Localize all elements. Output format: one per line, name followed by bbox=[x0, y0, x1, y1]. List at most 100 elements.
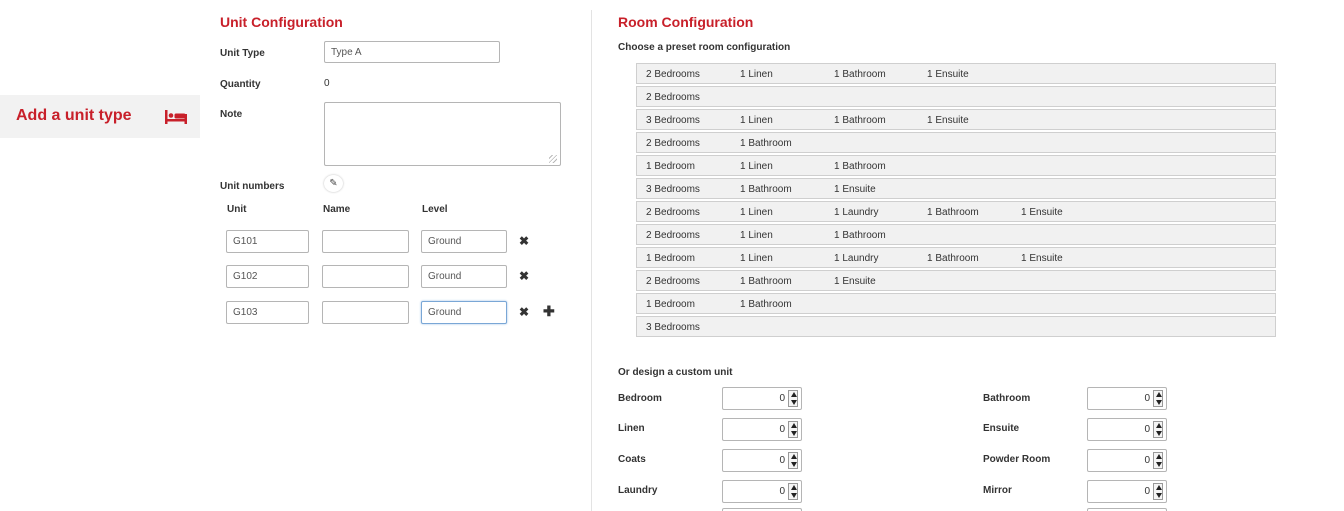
resize-grip-icon[interactable] bbox=[549, 155, 557, 163]
unit-numbers-label: Unit numbers bbox=[220, 181, 285, 192]
unit-number-input[interactable] bbox=[226, 301, 309, 324]
preset-room-item: 1 Bathroom bbox=[740, 138, 792, 149]
preset-room-item: 3 Bedrooms bbox=[646, 184, 700, 195]
column-header-unit: Unit bbox=[227, 204, 247, 215]
preset-room-item: 1 Bathroom bbox=[834, 161, 886, 172]
preset-room-item: 1 Linen bbox=[740, 207, 773, 218]
pencil-icon[interactable]: ✎ bbox=[324, 175, 343, 192]
preset-row[interactable]: 2 Bedrooms 1 Linen 1 Bathroom bbox=[636, 224, 1276, 245]
preset-room-item: 1 Bedroom bbox=[646, 161, 695, 172]
preset-room-item: 1 Laundry bbox=[834, 207, 879, 218]
preset-room-item: 3 Bedrooms bbox=[646, 115, 700, 126]
preset-room-item: 1 Bathroom bbox=[740, 276, 792, 287]
bedroom-label: Bedroom bbox=[618, 393, 662, 404]
preset-room-item: 3 Bedrooms bbox=[646, 322, 700, 333]
preset-room-item: 1 Bathroom bbox=[740, 184, 792, 195]
unit-level-input[interactable] bbox=[421, 230, 507, 253]
ensuite-stepper[interactable]: 0 bbox=[1087, 418, 1167, 441]
unit-level-input[interactable] bbox=[421, 301, 507, 324]
preset-room-item: 2 Bedrooms bbox=[646, 69, 700, 80]
spinner-arrows-icon[interactable] bbox=[788, 483, 798, 500]
unit-number-input[interactable] bbox=[226, 230, 309, 253]
spinner-arrows-icon[interactable] bbox=[788, 421, 798, 438]
bathroom-value: 0 bbox=[1144, 393, 1150, 404]
preset-room-item: 1 Ensuite bbox=[834, 276, 876, 287]
preset-row[interactable]: 2 Bedrooms bbox=[636, 86, 1276, 107]
powder-room-value: 0 bbox=[1144, 455, 1150, 466]
coats-stepper[interactable]: 0 bbox=[722, 449, 802, 472]
preset-room-item: 1 Bathroom bbox=[834, 69, 886, 80]
spinner-arrows-icon[interactable] bbox=[1153, 421, 1163, 438]
preset-room-item: 1 Ensuite bbox=[1021, 207, 1063, 218]
preset-room-item: 1 Ensuite bbox=[834, 184, 876, 195]
remove-unit-icon[interactable]: ✖ bbox=[519, 305, 529, 319]
preset-room-item: 1 Linen bbox=[740, 69, 773, 80]
preset-row[interactable]: 1 Bedroom 1 Bathroom bbox=[636, 293, 1276, 314]
preset-row[interactable]: 3 Bedrooms 1 Linen 1 Bathroom 1 Ensuite bbox=[636, 109, 1276, 130]
preset-room-item: 1 Bathroom bbox=[927, 253, 979, 264]
room-configuration-title: Room Configuration bbox=[618, 14, 754, 30]
powder-room-stepper[interactable]: 0 bbox=[1087, 449, 1167, 472]
unit-name-input[interactable] bbox=[322, 230, 409, 253]
preset-room-item: 1 Bathroom bbox=[740, 299, 792, 310]
column-header-level: Level bbox=[422, 204, 448, 215]
preset-room-item: 2 Bedrooms bbox=[646, 92, 700, 103]
note-label: Note bbox=[220, 109, 243, 120]
preset-room-item: 2 Bedrooms bbox=[646, 276, 700, 287]
coats-value: 0 bbox=[779, 455, 785, 466]
spinner-arrows-icon[interactable] bbox=[1153, 390, 1163, 407]
preset-room-item: 1 Ensuite bbox=[927, 115, 969, 126]
unit-number-input[interactable] bbox=[226, 265, 309, 288]
column-header-name: Name bbox=[323, 204, 351, 215]
linen-label: Linen bbox=[618, 423, 645, 434]
preset-row[interactable]: 2 Bedrooms 1 Linen 1 Bathroom 1 Ensuite bbox=[636, 63, 1276, 84]
unit-level-input[interactable] bbox=[421, 265, 507, 288]
preset-row[interactable]: 1 Bedroom 1 Linen 1 Bathroom bbox=[636, 155, 1276, 176]
preset-room-item: 1 Linen bbox=[740, 230, 773, 241]
spinner-arrows-icon[interactable] bbox=[788, 452, 798, 469]
preset-room-item: 1 Bedroom bbox=[646, 299, 695, 310]
laundry-label: Laundry bbox=[618, 485, 658, 496]
unit-type-label: Unit Type bbox=[220, 48, 265, 59]
preset-room-item: 2 Bedrooms bbox=[646, 230, 700, 241]
preset-room-item: 1 Bathroom bbox=[927, 207, 979, 218]
spinner-arrows-icon[interactable] bbox=[1153, 452, 1163, 469]
laundry-value: 0 bbox=[779, 486, 785, 497]
coats-label: Coats bbox=[618, 454, 646, 465]
preset-row[interactable]: 1 Bedroom 1 Linen 1 Laundry 1 Bathroom 1 Ens… bbox=[636, 247, 1276, 268]
preset-row[interactable]: 2 Bedrooms 1 Bathroom bbox=[636, 132, 1276, 153]
preset-room-item: 1 Ensuite bbox=[927, 69, 969, 80]
linen-stepper[interactable]: 0 bbox=[722, 418, 802, 441]
column-divider bbox=[591, 10, 592, 511]
quantity-value: 0 bbox=[324, 78, 330, 89]
unit-configuration-title: Unit Configuration bbox=[220, 14, 343, 30]
bed-icon bbox=[165, 110, 187, 124]
preset-room-item: 1 Laundry bbox=[834, 253, 879, 264]
preset-row[interactable]: 3 Bedrooms bbox=[636, 316, 1276, 337]
add-unit-icon[interactable]: ✚ bbox=[543, 303, 555, 320]
unit-name-input[interactable] bbox=[322, 265, 409, 288]
bathroom-stepper[interactable]: 0 bbox=[1087, 387, 1167, 410]
preset-row[interactable]: 2 Bedrooms 1 Bathroom 1 Ensuite bbox=[636, 270, 1276, 291]
preset-heading: Choose a preset room configuration bbox=[618, 42, 791, 53]
ensuite-value: 0 bbox=[1144, 424, 1150, 435]
preset-room-item: 1 Bedroom bbox=[646, 253, 695, 264]
preset-room-item: 2 Bedrooms bbox=[646, 138, 700, 149]
spinner-arrows-icon[interactable] bbox=[1153, 483, 1163, 500]
preset-row[interactable]: 2 Bedrooms 1 Linen 1 Laundry 1 Bathroom 1 En… bbox=[636, 201, 1276, 222]
unit-type-input[interactable] bbox=[324, 41, 500, 63]
remove-unit-icon[interactable]: ✖ bbox=[519, 269, 529, 283]
bedroom-value: 0 bbox=[779, 393, 785, 404]
bedroom-stepper[interactable]: 0 bbox=[722, 387, 802, 410]
remove-unit-icon[interactable]: ✖ bbox=[519, 234, 529, 248]
preset-list: 2 Bedrooms 1 Linen 1 Bathroom 1 Ensuite 2 Be… bbox=[636, 63, 1276, 339]
preset-room-item: 1 Bathroom bbox=[834, 230, 886, 241]
unit-name-input[interactable] bbox=[322, 301, 409, 324]
linen-value: 0 bbox=[779, 424, 785, 435]
mirror-stepper[interactable]: 0 bbox=[1087, 480, 1167, 503]
bathroom-label: Bathroom bbox=[983, 393, 1031, 404]
note-textarea[interactable] bbox=[324, 102, 561, 166]
spinner-arrows-icon[interactable] bbox=[788, 390, 798, 407]
preset-row[interactable]: 3 Bedrooms 1 Bathroom 1 Ensuite bbox=[636, 178, 1276, 199]
laundry-stepper[interactable]: 0 bbox=[722, 480, 802, 503]
